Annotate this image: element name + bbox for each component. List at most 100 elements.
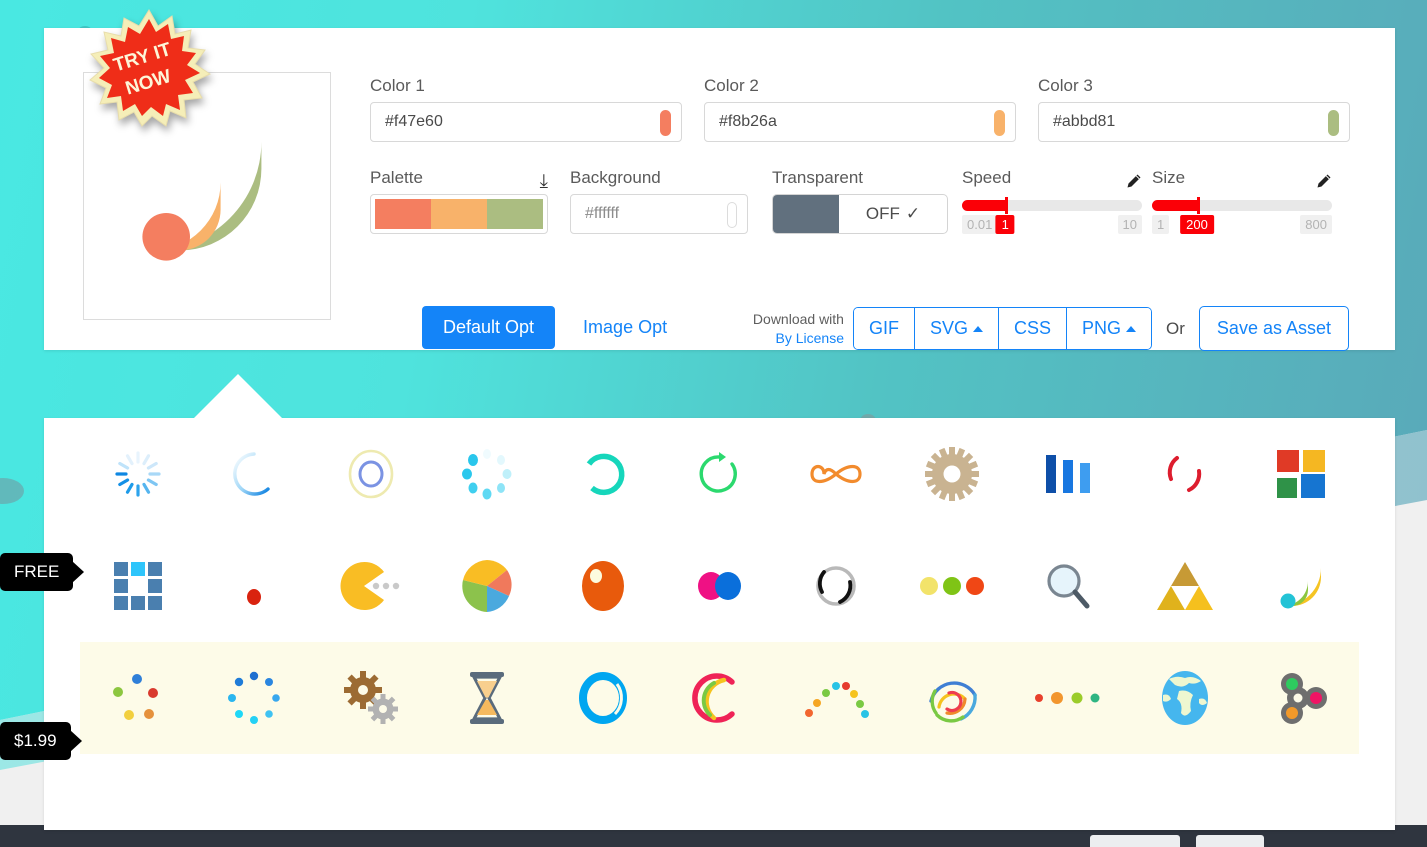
background-group: Background #ffffff <box>570 168 748 234</box>
size-slider-fill <box>1152 200 1197 211</box>
speed-min: 0.01 <box>962 215 998 234</box>
speed-slider-handle[interactable] <box>1005 197 1009 214</box>
format-button-css[interactable]: CSS <box>999 308 1068 349</box>
chevron-double-down-icon[interactable]: ⤓ <box>540 172 548 191</box>
icon-split-ring-black[interactable] <box>778 530 894 642</box>
color1-value: #f47e60 <box>385 113 443 130</box>
size-slider-handle[interactable] <box>1197 197 1200 214</box>
footer-button-left[interactable] <box>1090 835 1180 847</box>
format-button-gif[interactable]: GIF <box>853 308 915 349</box>
color1-field-group: Color 1 #f47e60 <box>370 76 682 142</box>
color3-input[interactable]: #abbd81 <box>1038 102 1350 142</box>
price-tag: $1.99 <box>0 722 71 760</box>
check-icon: ✓ <box>905 204 921 223</box>
save-as-asset-button[interactable]: Save as Asset <box>1198 306 1349 351</box>
footer-button-right[interactable] <box>1196 835 1264 847</box>
size-min: 1 <box>1152 215 1170 234</box>
icon-dot-red[interactable] <box>196 530 312 642</box>
icon-hourglass-orange[interactable] <box>429 642 545 754</box>
palette-swatch-1 <box>375 199 431 229</box>
icon-rss-wave-yellow-green[interactable] <box>1243 530 1359 642</box>
icon-dots-scatter-multicolor[interactable] <box>80 642 196 754</box>
icon-arc-spinner-teal[interactable] <box>545 418 661 530</box>
format-button-svg[interactable]: SVG <box>914 308 999 349</box>
icon-ring-double-yellow-blue[interactable] <box>313 418 429 530</box>
icon-rings-rainbow-circle[interactable] <box>894 642 1010 754</box>
icon-triforce-gold[interactable] <box>1126 530 1242 642</box>
icon-dots-arch-multicolor[interactable] <box>778 642 894 754</box>
icon-magnifier-gray[interactable] <box>1010 530 1126 642</box>
transparent-state: OFF <box>865 204 900 223</box>
icon-spinner-rays-blue[interactable] <box>80 418 196 530</box>
color1-input[interactable]: #f47e60 <box>370 102 682 142</box>
transparent-group: Transparent OFF ✓ <box>772 168 948 234</box>
gallery-row-highlighted <box>80 642 1359 754</box>
size-label: Size <box>1152 168 1186 187</box>
color3-label: Color 3 <box>1038 76 1093 95</box>
background-input[interactable]: #ffffff <box>570 194 748 234</box>
free-tag-label: FREE <box>14 562 60 581</box>
size-slider[interactable] <box>1152 197 1332 214</box>
icon-split-ring-red[interactable] <box>1126 418 1242 530</box>
speed-slider-fill <box>962 200 1006 211</box>
transparent-label: Transparent <box>772 168 864 187</box>
format-button-png[interactable]: PNG <box>1067 308 1152 349</box>
icon-crescent-arc-blue[interactable] <box>196 418 312 530</box>
pencil-icon[interactable] <box>1126 173 1142 189</box>
image-opt-link[interactable]: Image Opt <box>583 317 667 338</box>
icon-refresh-arrow-green[interactable] <box>661 418 777 530</box>
icon-pie-chart-multicolor[interactable] <box>429 530 545 642</box>
size-scale: 1 200 800 <box>1152 215 1332 235</box>
icon-squares-four-color[interactable] <box>1243 418 1359 530</box>
color1-swatch[interactable] <box>660 110 671 136</box>
icon-three-dots-yellow-green-red[interactable] <box>894 530 1010 642</box>
color2-field-group: Color 2 #f8b26a <box>704 76 1016 142</box>
color2-swatch[interactable] <box>994 110 1005 136</box>
icon-grid-nine-blue[interactable] <box>80 530 196 642</box>
color2-value: #f8b26a <box>719 113 777 130</box>
background-label: Background <box>570 168 661 187</box>
pencil-icon[interactable] <box>1316 173 1332 189</box>
color-fields-row: Color 1 #f47e60 Color 2 #f8b26a Color 3 … <box>370 76 1350 142</box>
by-license-link[interactable]: By License <box>753 329 844 348</box>
palette-swatch-3 <box>487 199 543 229</box>
palette-swatches[interactable] <box>370 194 548 234</box>
png-label: PNG <box>1082 318 1122 338</box>
icon-gears-two-brown-gray[interactable] <box>313 642 429 754</box>
icon-fidget-spinner-multicolor[interactable] <box>1243 642 1359 754</box>
palette-group: Palette ⤓ <box>370 168 548 234</box>
speed-max: 10 <box>1117 215 1142 234</box>
color3-swatch[interactable] <box>1328 110 1339 136</box>
gif-label: GIF <box>868 318 899 338</box>
color3-field-group: Color 3 #abbd81 <box>1038 76 1350 142</box>
speed-value: 1 <box>995 215 1015 234</box>
background-swatch[interactable] <box>727 202 737 228</box>
icon-two-dots-pink-blue[interactable] <box>661 530 777 642</box>
icon-ball-orange[interactable] <box>545 530 661 642</box>
or-label: Or <box>1166 318 1185 338</box>
size-group: Size 1 200 800 <box>1152 168 1332 235</box>
icon-gear-tan[interactable] <box>894 418 1010 530</box>
editor-panel: TRY IT NOW Color 1 #f47e60 Color 2 #f8b2… <box>44 9 1395 351</box>
icon-spinner-dots-cyan[interactable] <box>429 418 545 530</box>
css-label: CSS <box>1014 318 1052 338</box>
palette-swatch-2 <box>431 199 487 229</box>
icon-bars-blue[interactable] <box>1010 418 1126 530</box>
speed-group: Speed 0.01 1 10 <box>962 168 1142 235</box>
size-value: 200 <box>1180 215 1214 234</box>
icon-arc-rainbow-c[interactable] <box>661 642 777 754</box>
icon-dotted-ring-blue[interactable] <box>196 642 312 754</box>
caret-up-icon <box>1126 325 1137 332</box>
try-it-now-badge[interactable]: TRY IT NOW <box>84 8 214 128</box>
transparent-toggle[interactable]: OFF ✓ <box>772 194 948 234</box>
icon-infinity-orange[interactable] <box>778 418 894 530</box>
default-opt-button[interactable]: Default Opt <box>422 306 556 349</box>
icon-dots-row-multicolor[interactable] <box>1010 642 1126 754</box>
speed-slider[interactable] <box>962 197 1142 214</box>
icon-ring-thick-blue[interactable] <box>545 642 661 754</box>
icon-pacman-yellow[interactable] <box>313 530 429 642</box>
color2-input[interactable]: #f8b26a <box>704 102 1016 142</box>
caret-up-icon <box>973 325 983 332</box>
toggle-knob[interactable] <box>773 195 839 233</box>
icon-globe-earth[interactable] <box>1126 642 1242 754</box>
